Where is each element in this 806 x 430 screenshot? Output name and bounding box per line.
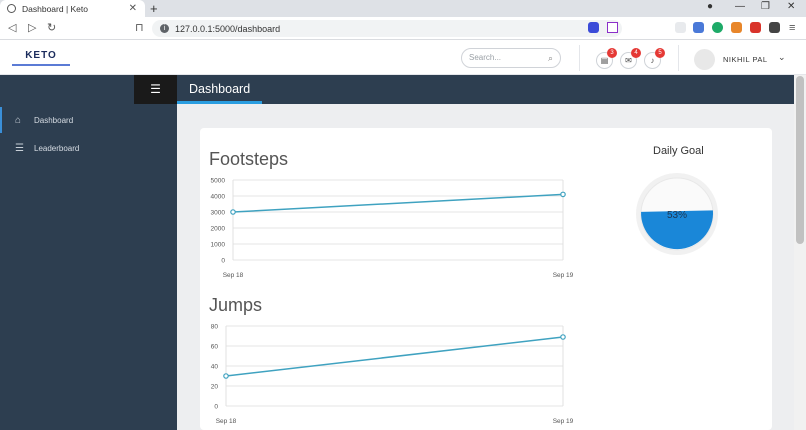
jumps-y-tick-label: 80 bbox=[211, 324, 219, 331]
footsteps-x-tick-label: Sep 19 bbox=[553, 272, 574, 279]
jumps-x-tick-label: Sep 18 bbox=[216, 418, 237, 425]
footsteps-data-point bbox=[230, 209, 236, 215]
footsteps-y-tick-label: 2000 bbox=[211, 226, 226, 233]
footsteps-x-tick-label: Sep 18 bbox=[223, 272, 244, 279]
footsteps-series-line bbox=[232, 193, 564, 213]
footsteps-y-tick-label: 4000 bbox=[211, 194, 226, 201]
jumps-y-tick-label: 40 bbox=[211, 364, 219, 371]
footsteps-y-tick-label: 3000 bbox=[211, 210, 226, 217]
jumps-series-line bbox=[225, 336, 564, 377]
goal-percent-label: 53% bbox=[667, 210, 687, 221]
jumps-y-tick-label: 60 bbox=[211, 344, 219, 351]
jumps-x-tick-label: Sep 19 bbox=[553, 418, 574, 425]
jumps-y-tick-label: 0 bbox=[214, 404, 218, 411]
jumps-data-point bbox=[223, 373, 229, 379]
footsteps-y-tick-label: 5000 bbox=[211, 178, 226, 185]
footsteps-y-tick-label: 1000 bbox=[211, 242, 226, 249]
jumps-y-tick-label: 20 bbox=[211, 384, 219, 391]
footsteps-data-point bbox=[560, 191, 566, 198]
charts-svg: 0 1000 2000 3000 4000 5000 Sep 18 Sep 19 0 20 40 60… bbox=[211, 173, 718, 425]
jumps-data-point bbox=[560, 334, 566, 340]
footsteps-y-tick-label: 0 bbox=[221, 258, 225, 265]
